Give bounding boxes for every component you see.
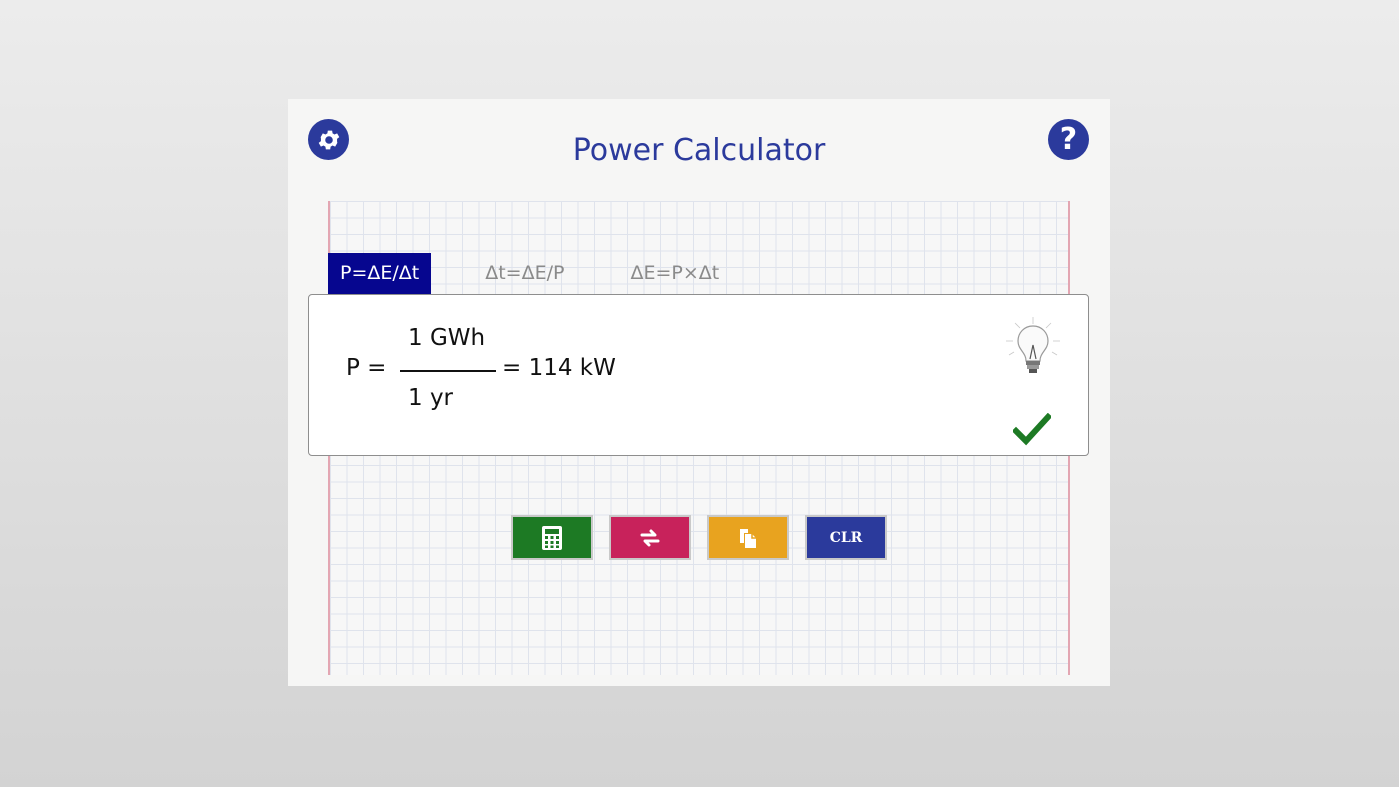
tab-power[interactable]: P=ΔE/Δt — [328, 253, 432, 294]
app-window: Power Calculator ? P=ΔE/Δt Δt=ΔE/P ΔE=P×… — [288, 99, 1110, 686]
question-mark-icon: ? — [1059, 121, 1078, 157]
calculator-icon — [542, 525, 562, 550]
swap-arrows-icon — [640, 529, 660, 546]
swap-button[interactable] — [609, 515, 691, 560]
lightbulb-icon[interactable] — [1003, 315, 1063, 379]
formula-denominator: 1 yr — [408, 385, 454, 411]
checkmark-icon — [1013, 413, 1051, 446]
formula-tabs: P=ΔE/Δt Δt=ΔE/P ΔE=P×Δt — [328, 253, 773, 294]
calculate-button[interactable] — [511, 515, 593, 560]
action-buttons: CLR — [511, 515, 887, 560]
copy-button[interactable] — [707, 515, 789, 560]
tab-energy[interactable]: ΔE=P×Δt — [618, 253, 731, 294]
fraction-bar — [400, 370, 496, 372]
help-button[interactable]: ? — [1048, 119, 1089, 160]
tab-time[interactable]: Δt=ΔE/P — [473, 253, 576, 294]
page-title: Power Calculator — [572, 133, 826, 168]
formula-lhs: P = — [346, 355, 387, 381]
clear-button[interactable]: CLR — [805, 515, 887, 560]
copy-icon — [740, 528, 756, 548]
formula-result: = 114 kW — [502, 355, 616, 381]
result-card: P = 1 GWh 1 yr = 114 kW — [308, 294, 1089, 456]
formula-numerator: 1 GWh — [408, 325, 486, 351]
